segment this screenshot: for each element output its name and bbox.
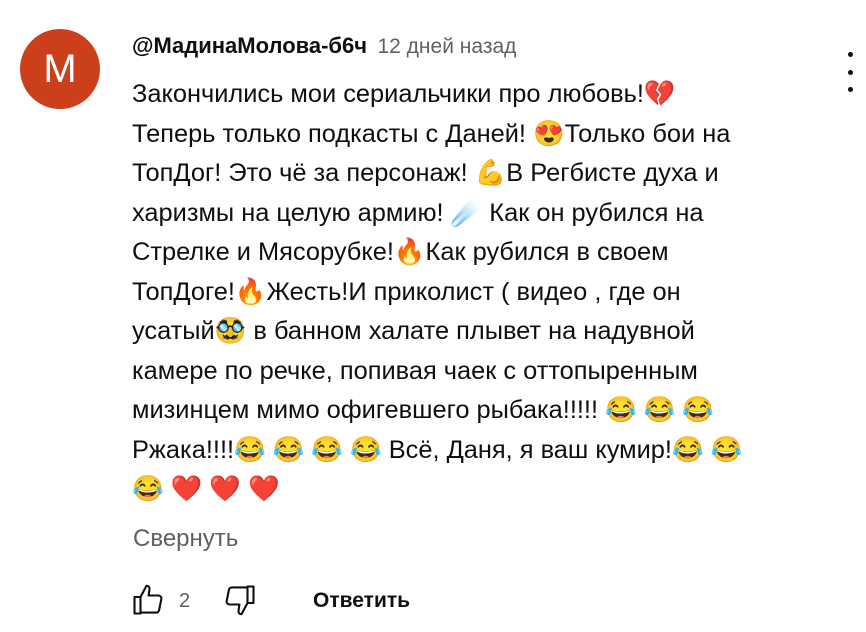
like-count: 2 (179, 590, 191, 612)
avatar[interactable]: M (20, 29, 100, 109)
comment-time[interactable]: 12 дней назад (377, 35, 516, 58)
menu-dot (847, 69, 853, 75)
comment-line: харизмы на целую армию! ☄️ Как он рубилс… (132, 198, 704, 227)
comment-header: @МадинаМолова-б6ч 12 дней назад (132, 33, 516, 59)
menu-dot (847, 87, 853, 92)
comment-line: Закончились мои сериальчики про любовь!💔 (132, 80, 676, 108)
reply-button[interactable]: Ответить (313, 589, 410, 613)
comment-line: Стрелке и Мясорубке!🔥Как рубился в своем (132, 238, 669, 266)
comment-line: Теперь только подкасты с Даней! 😍Только … (132, 119, 731, 148)
comment-line: усатый🥸 в банном халате плывет на надувн… (132, 317, 695, 345)
thumb-up-icon[interactable] (130, 582, 166, 618)
comment-line: ТопДог! Это чё за персонаж! 💪В Регбисте … (132, 159, 719, 187)
author-name[interactable]: @МадинаМолова-б6ч (132, 33, 367, 58)
comment-actions: 2 Ответить (130, 582, 460, 622)
comment-line: мизинцем мимо офигевшего рыбака!!!!! 😂 😂… (132, 396, 715, 424)
comment-line: камере по речке, попивая чаек с оттопыре… (132, 356, 698, 385)
comment-line: Ржака!!!!😂 😂 😂 😂 Всё, Даня, я ваш кумир!… (132, 435, 743, 464)
more-vert-icon[interactable] (836, 52, 864, 92)
comment-text: Закончились мои сериальчики про любовь!💔… (132, 75, 832, 510)
menu-dot (847, 52, 853, 57)
thumb-down-icon[interactable] (222, 582, 258, 618)
avatar-letter: M (43, 46, 77, 91)
comment-line: 😂 ❤️ ❤️ ❤️ (132, 475, 280, 503)
comment-line: ТопДоге!🔥Жесть!И приколист ( видео , где… (132, 277, 681, 306)
collapse-button[interactable]: Свернуть (133, 525, 238, 553)
